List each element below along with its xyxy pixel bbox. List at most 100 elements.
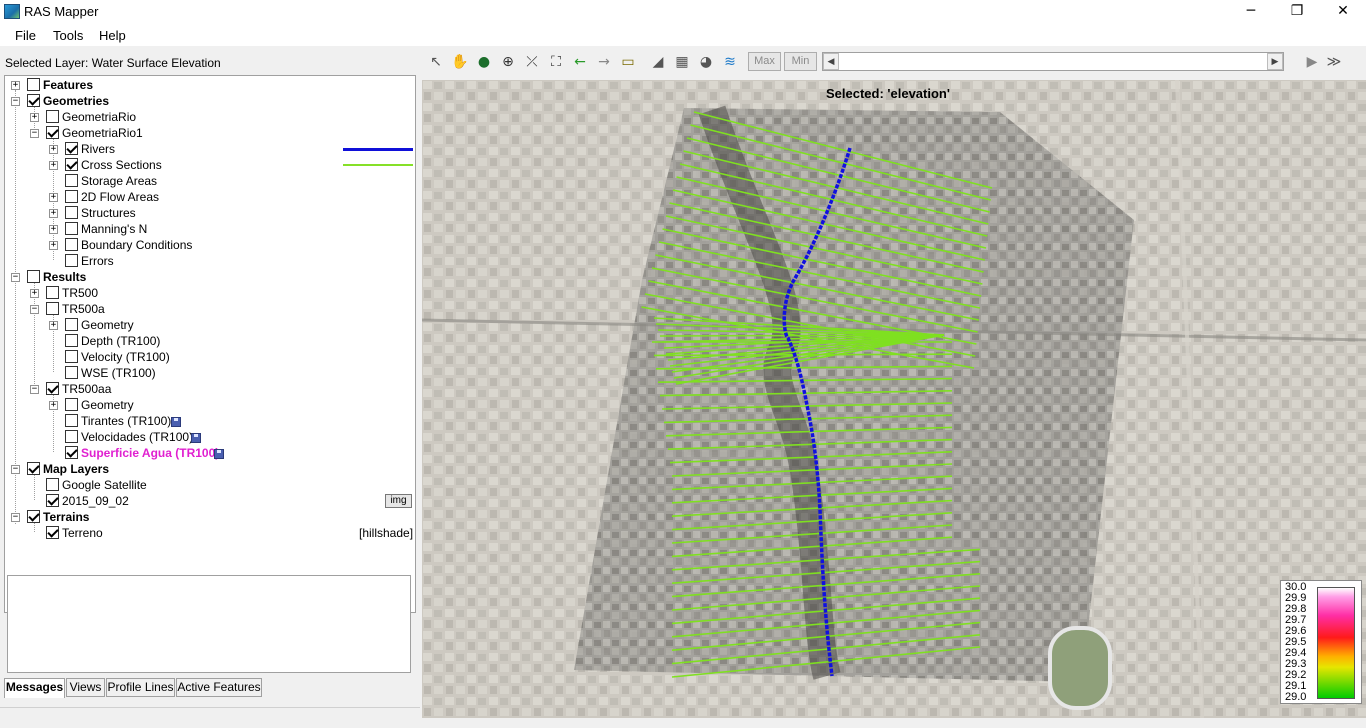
tab-active-features[interactable]: Active Features (176, 678, 262, 697)
scroll-left-arrow[interactable]: ◀ (823, 53, 839, 70)
checkbox-tr500a-velocity[interactable] (65, 350, 78, 363)
expand-icon[interactable]: + (30, 289, 39, 298)
checkbox-map-layers[interactable] (27, 462, 40, 475)
tree-row-map-layers[interactable]: − Map Layers (5, 461, 415, 477)
tree-row-cross-sections[interactable]: + Cross Sections (5, 157, 415, 173)
tree-row-terrains[interactable]: − Terrains (5, 509, 415, 525)
forward-arrow-icon[interactable]: → (594, 53, 614, 71)
menu-tools[interactable]: Tools (53, 28, 83, 43)
collapse-icon[interactable]: − (11, 513, 20, 522)
checkbox-structures[interactable] (65, 206, 78, 219)
globe-icon[interactable]: ● (474, 53, 494, 71)
messages-panel[interactable] (7, 575, 411, 673)
save-icon[interactable] (214, 449, 224, 459)
map-view[interactable]: Selected: 'elevation' 30.0 29.9 29.8 29.… (422, 80, 1366, 718)
checkbox-terrains[interactable] (27, 510, 40, 523)
minimize-button[interactable]: ─ (1228, 0, 1274, 24)
back-arrow-icon[interactable]: ← (570, 53, 590, 71)
tree-row-tr500a-depth[interactable]: Depth (TR100) (5, 333, 415, 349)
checkbox-results[interactable] (27, 270, 40, 283)
animation-speed-icon[interactable]: ≫ (1324, 53, 1344, 71)
profile-icon[interactable]: ◢ (648, 53, 668, 71)
checkbox-storage-areas[interactable] (65, 174, 78, 187)
collapse-icon[interactable]: − (30, 305, 39, 314)
checkbox-velocidades[interactable] (65, 430, 78, 443)
collapse-icon[interactable]: − (11, 465, 20, 474)
expand-icon[interactable]: + (30, 113, 39, 122)
tree-row-geometries[interactable]: − Geometries (5, 93, 415, 109)
tree-row-tr500[interactable]: + TR500 (5, 285, 415, 301)
tree-row-tr500aa[interactable]: − TR500aa (5, 381, 415, 397)
checkbox-tirantes[interactable] (65, 414, 78, 427)
menu-file[interactable]: File (15, 28, 36, 43)
min-button[interactable]: Min (784, 52, 817, 71)
max-button[interactable]: Max (748, 52, 781, 71)
tree-row-google-satellite[interactable]: Google Satellite (5, 477, 415, 493)
checkbox-geometriario1[interactable] (46, 126, 59, 139)
tree-row-geometriario1[interactable]: − GeometriaRio1 (5, 125, 415, 141)
pointer-icon[interactable]: ↖ (426, 53, 446, 71)
checkbox-tr500[interactable] (46, 286, 59, 299)
save-icon[interactable] (191, 433, 201, 443)
paint-icon[interactable]: ◕ (696, 53, 716, 71)
tree-row-tr500a-geometry[interactable]: + Geometry (5, 317, 415, 333)
tree-row-geometriario[interactable]: + GeometriaRio (5, 109, 415, 125)
menu-help[interactable]: Help (99, 28, 126, 43)
tree-row-rivers[interactable]: + Rivers (5, 141, 415, 157)
measure-icon[interactable]: ▭ (618, 53, 638, 71)
tree-row-2015-09-02[interactable]: 2015_09_02 img (5, 493, 415, 509)
checkbox-errors[interactable] (65, 254, 78, 267)
tree-row-structures[interactable]: + Structures (5, 205, 415, 221)
tree-row-storage-areas[interactable]: Storage Areas (5, 173, 415, 189)
expand-icon[interactable]: + (49, 161, 58, 170)
checkbox-tr500aa[interactable] (46, 382, 59, 395)
collapse-icon[interactable]: − (30, 385, 39, 394)
tree-row-features[interactable]: + Features (5, 77, 415, 93)
tree-row-velocidades[interactable]: Velocidades (TR100) (5, 429, 415, 445)
expand-icon[interactable]: + (49, 193, 58, 202)
checkbox-tr500a-depth[interactable] (65, 334, 78, 347)
tree-row-results[interactable]: − Results (5, 269, 415, 285)
checkbox-boundary-conditions[interactable] (65, 238, 78, 251)
layer-tree[interactable]: + Features − Geometries + GeometriaRio −… (4, 75, 416, 613)
tree-row-superficie-agua[interactable]: Superficie Agua (TR100) (5, 445, 415, 461)
tree-row-boundary-conditions[interactable]: + Boundary Conditions (5, 237, 415, 253)
checkbox-mannings-n[interactable] (65, 222, 78, 235)
play-icon[interactable]: ▶ (1302, 53, 1322, 71)
expand-icon[interactable]: + (11, 81, 20, 90)
checkbox-terreno[interactable] (46, 526, 59, 539)
tree-row-tr500a[interactable]: − TR500a (5, 301, 415, 317)
close-button[interactable]: ✕ (1320, 0, 1366, 24)
zoom-extent-icon[interactable]: ⤫ (522, 53, 542, 71)
checkbox-tr500a[interactable] (46, 302, 59, 315)
tree-row-tr500a-wse[interactable]: WSE (TR100) (5, 365, 415, 381)
checkbox-geometriario[interactable] (46, 110, 59, 123)
tree-row-2d-flow-areas[interactable]: + 2D Flow Areas (5, 189, 415, 205)
tree-row-mannings-n[interactable]: + Manning's N (5, 221, 415, 237)
expand-icon[interactable]: + (49, 401, 58, 410)
checkbox-2015-09-02[interactable] (46, 494, 59, 507)
collapse-icon[interactable]: − (11, 97, 20, 106)
tab-messages[interactable]: Messages (4, 678, 65, 698)
checkbox-tr500a-wse[interactable] (65, 366, 78, 379)
checkbox-cross-sections[interactable] (65, 158, 78, 171)
checkbox-2d-flow-areas[interactable] (65, 190, 78, 203)
checkbox-google-satellite[interactable] (46, 478, 59, 491)
tab-profile-lines[interactable]: Profile Lines (106, 678, 175, 697)
expand-icon[interactable]: + (49, 321, 58, 330)
expand-icon[interactable]: + (49, 225, 58, 234)
save-icon[interactable] (171, 417, 181, 427)
checkbox-tr500a-geometry[interactable] (65, 318, 78, 331)
tree-row-tr500a-velocity[interactable]: Velocity (TR100) (5, 349, 415, 365)
expand-icon[interactable]: + (49, 145, 58, 154)
collapse-icon[interactable]: − (11, 273, 20, 282)
tree-row-errors[interactable]: Errors (5, 253, 415, 269)
map-canvas[interactable] (422, 80, 1366, 718)
checkbox-geometries[interactable] (27, 94, 40, 107)
layer-style-icon[interactable]: ≋ (720, 53, 740, 71)
maximize-button[interactable]: ❐ (1274, 0, 1320, 24)
zoom-icon[interactable]: ⊕ (498, 53, 518, 71)
checkbox-rivers[interactable] (65, 142, 78, 155)
checkbox-superficie-agua[interactable] (65, 446, 78, 459)
checkbox-features[interactable] (27, 78, 40, 91)
